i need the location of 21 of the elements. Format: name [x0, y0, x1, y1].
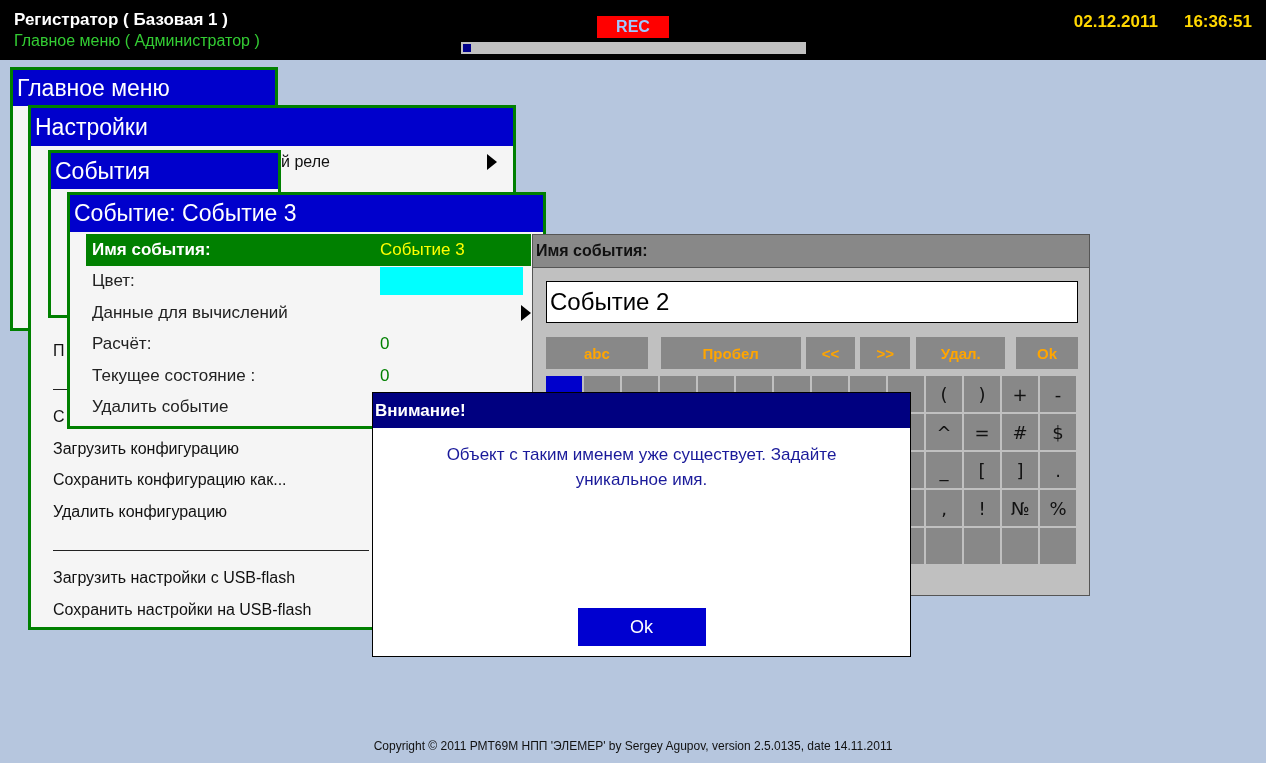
dialog-message: Объект с таким именем уже существует. Задайте уникальное имя. [445, 444, 838, 491]
window-title: События [51, 153, 278, 189]
copyright-text: Copyright © 2011 РМТ69М НПП 'ЭЛЕМЕР' by Sergey Agupov, version 2.5.0135, date 14.11.2011 [372, 739, 894, 753]
window-title: Событие: Событие 3 [70, 195, 543, 232]
window-title: Имя события: [533, 235, 1089, 268]
window-title: Настройки [31, 108, 513, 146]
window-title: Главное меню [13, 70, 275, 106]
row-label: Цвет: [92, 271, 136, 292]
row-label: Текущее состояние : [92, 365, 257, 386]
row-label: Данные для вычислений [92, 302, 289, 323]
record-indicator: REC [597, 16, 669, 38]
value-text: 0 [380, 365, 391, 386]
value-text: Событие 3 [380, 239, 466, 260]
screen-subtitle: Главное меню ( Администратор ) [14, 32, 261, 50]
dialog-title: Внимание! [373, 393, 910, 428]
time-label: 16:36:51 [1183, 12, 1252, 32]
date-label: 02.12.2011 [1073, 12, 1158, 32]
window-title: Регистратор ( Базовая 1 ) [14, 10, 229, 30]
row-label: Имя события: [92, 239, 212, 260]
value-text: 0 [380, 334, 391, 355]
row-label: Расчёт: [92, 334, 153, 355]
